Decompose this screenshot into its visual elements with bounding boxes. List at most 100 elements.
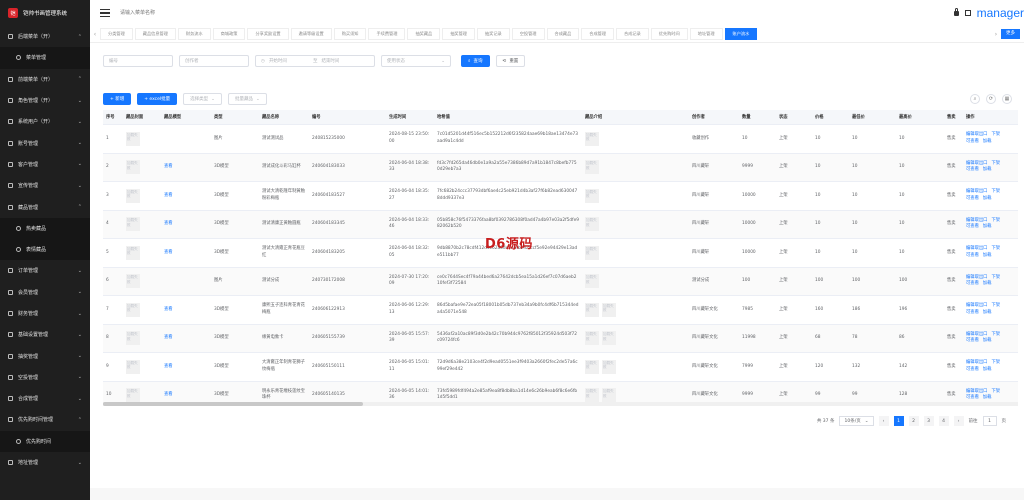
sidebar-item[interactable]: 客户管理 ⌄ [0,154,90,175]
view-model-link[interactable]: 查看 [164,193,173,198]
tab[interactable]: 抽奖藏品 [407,28,441,40]
edit-link[interactable]: 编辑取出口 [966,303,987,308]
horizontal-scrollbar[interactable] [103,402,1018,406]
offshelf-link[interactable]: 下架 [991,360,1000,365]
tab[interactable]: 优先购时间 [650,28,688,40]
tab[interactable]: 分享奖励设置 [247,28,289,40]
sidebar-item[interactable]: 基础设置管理 ⌄ [0,324,90,345]
offshelf-link[interactable]: 下架 [991,389,1000,394]
user-name[interactable]: manager [977,6,1024,20]
check-link[interactable]: 可查看 [966,395,979,400]
check-link[interactable]: 可查看 [966,367,979,372]
page-1[interactable]: 1 [893,416,904,426]
load-link[interactable]: 加载 [983,224,992,229]
view-model-link[interactable]: 查看 [164,164,173,169]
search-toggle-icon[interactable]: ⌕ [970,94,980,104]
tab[interactable]: 合成藏品 [546,28,580,40]
load-link[interactable]: 加载 [983,395,992,400]
tab-scroll-left-icon[interactable]: ‹ [90,31,100,38]
tab[interactable]: 分类管理 [100,28,133,40]
refresh-icon[interactable]: ⟳ [986,94,996,104]
next-page-button[interactable]: › [953,416,964,426]
load-link[interactable]: 加载 [983,281,992,286]
edit-link[interactable]: 编辑取出口 [966,161,987,166]
creator-input[interactable]: 创作者 [179,55,249,67]
edit-link[interactable]: 编辑取出口 [966,132,987,137]
sidebar-item[interactable]: 菜单管理 [0,47,90,69]
load-link[interactable]: 加载 [983,196,992,201]
edit-link[interactable]: 编辑取出口 [966,218,987,223]
page-3[interactable]: 3 [923,416,934,426]
offshelf-link[interactable]: 下架 [991,246,1000,251]
check-link[interactable]: 可查看 [966,338,979,343]
status-select[interactable]: 使用状态 ⌄ [381,55,451,67]
tab[interactable]: 抽奖记录 [476,28,510,40]
load-link[interactable]: 加载 [983,338,992,343]
edit-link[interactable]: 编辑取出口 [966,389,987,394]
fullscreen-icon[interactable] [964,10,971,16]
search-button[interactable]: ⌕ 查询 [461,55,490,67]
view-model-link[interactable]: 查看 [164,335,173,340]
tab[interactable]: 邀请等级设置 [290,28,332,40]
view-model-link[interactable]: 查看 [164,392,173,397]
goto-page-input[interactable]: 1 [982,416,997,426]
no-input[interactable]: 编号 [103,55,173,67]
tab[interactable]: 空投管理 [511,28,545,40]
offshelf-link[interactable]: 下架 [991,332,1000,337]
sidebar-item[interactable]: 地址管理 ⌄ [0,452,90,473]
check-link[interactable]: 可查看 [966,139,979,144]
tab[interactable]: 合成记录 [616,28,649,40]
page-4[interactable]: 4 [938,416,949,426]
edit-link[interactable]: 编辑取出口 [966,332,987,337]
tab[interactable]: 财务流水 [177,28,211,40]
tab[interactable]: 藏品信息管理 [134,28,176,40]
edit-link[interactable]: 编辑取出口 [966,189,987,194]
type-select-button[interactable]: 选择类型 ⌄ [183,93,222,105]
sidebar-item[interactable]: 后端菜单（开） ⌃ [0,26,90,47]
load-link[interactable]: 加载 [983,139,992,144]
sidebar-item[interactable]: 前端菜单（开） ⌃ [0,69,90,90]
check-link[interactable]: 可查看 [966,310,979,315]
edit-link[interactable]: 编辑取出口 [966,246,987,251]
sidebar-item[interactable]: 热卖藏品 [0,217,90,239]
load-link[interactable]: 加载 [983,167,992,172]
edit-link[interactable]: 编辑取出口 [966,360,987,365]
batch-select-button[interactable]: 批量藏品 ⌄ [227,93,267,105]
sidebar-item[interactable]: 角色管理（开） ⌄ [0,90,90,111]
load-link[interactable]: 加载 [983,253,992,258]
edit-link[interactable]: 编辑取出口 [966,275,987,280]
excel-import-button[interactable]: + excel批量 [137,93,178,105]
hamburger-icon[interactable] [100,9,110,17]
sidebar-item[interactable]: 财务管理 ⌄ [0,303,90,324]
offshelf-link[interactable]: 下架 [991,132,1000,137]
load-link[interactable]: 加载 [983,310,992,315]
view-model-link[interactable]: 查看 [164,250,173,255]
page-2[interactable]: 2 [908,416,919,426]
menu-search-input[interactable] [118,9,242,17]
check-link[interactable]: 可查看 [966,224,979,229]
tab[interactable]: 地址管理 [689,28,723,40]
lock-icon[interactable] [953,7,959,16]
date-range-picker[interactable]: ◷ 开始时间 至 结束时间 [255,55,375,67]
sidebar-item[interactable]: 表情藏品 [0,238,90,261]
sidebar-item[interactable]: 账号管理 ⌄ [0,132,90,153]
offshelf-link[interactable]: 下架 [991,161,1000,166]
sidebar-item[interactable]: 宣传管理 ⌄ [0,175,90,196]
columns-icon[interactable]: ▦ [1002,94,1012,104]
offshelf-link[interactable]: 下架 [991,275,1000,280]
view-model-link[interactable]: 查看 [164,364,173,369]
check-link[interactable]: 可查看 [966,253,979,258]
view-model-link[interactable]: 查看 [164,221,173,226]
reset-button[interactable]: ⟲ 重置 [495,55,526,67]
prev-page-button[interactable]: ‹ [878,416,889,426]
sidebar-item[interactable]: 系统用户（开） ⌄ [0,111,90,132]
tab-scroll-right-icon[interactable]: › [991,31,1001,38]
sidebar-item[interactable]: 藏品管理 ⌃ [0,196,90,217]
check-link[interactable]: 可查看 [966,281,979,286]
offshelf-link[interactable]: 下架 [991,303,1000,308]
check-link[interactable]: 可查看 [966,196,979,201]
sidebar-item[interactable]: 优先购时间管理 ⌃ [0,409,90,430]
page-size-select[interactable]: 10条/页 ⌄ [839,416,874,426]
tabs-more-button[interactable]: 更多 [1001,29,1020,39]
tab[interactable]: 购买须知 [333,28,367,40]
